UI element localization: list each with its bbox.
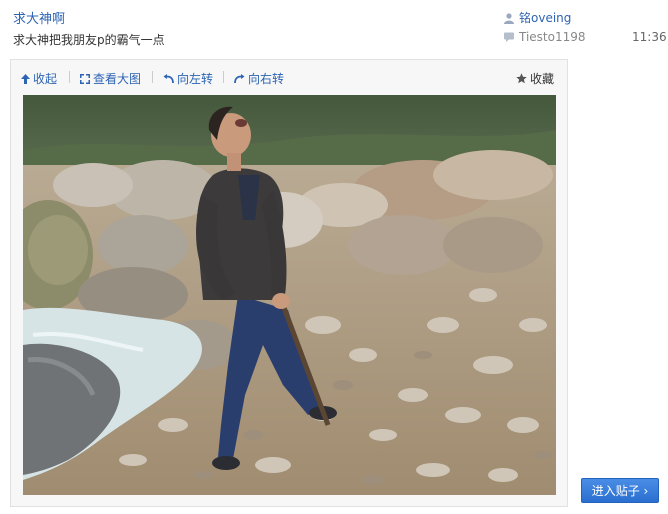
rotate-left-icon (163, 73, 174, 83)
last-reply-name[interactable]: Tiesto1198 (519, 30, 586, 44)
media-box: 收起 查看大图 向左转 向右转 收藏 (10, 59, 568, 507)
rotate-left-button[interactable]: 向左转 (163, 70, 213, 87)
view-large-button[interactable]: 查看大图 (80, 70, 141, 87)
star-icon (516, 73, 527, 84)
rotate-right-label: 向右转 (248, 72, 285, 86)
collapse-button[interactable]: 收起 (21, 70, 57, 87)
toolbar-divider (223, 71, 224, 83)
rotate-right-button[interactable]: 向右转 (234, 70, 284, 87)
zoom-icon (80, 73, 90, 84)
last-reply-info: Tiesto1198 (503, 30, 586, 44)
post-title[interactable]: 求大神啊 (13, 8, 65, 27)
media-toolbar: 收起 查看大图 向左转 向右转 收藏 (11, 60, 567, 94)
toolbar-divider (152, 71, 153, 83)
post-photo[interactable] (23, 95, 556, 495)
collapse-label: 收起 (33, 72, 58, 86)
author-info: 铭oveing (503, 9, 571, 26)
user-icon (503, 12, 515, 24)
post-description: 求大神把我朋友p的霸气一点 (13, 33, 165, 47)
author-name[interactable]: 铭oveing (519, 9, 571, 26)
last-reply-time: 11:36 (632, 30, 667, 44)
toolbar-divider (69, 71, 70, 83)
rotate-left-label: 向左转 (177, 72, 214, 86)
arrow-up-icon (21, 73, 30, 84)
rotate-right-icon (234, 73, 245, 83)
enter-thread-button[interactable]: 进入贴子 › (581, 478, 659, 503)
favorite-label: 收藏 (530, 72, 555, 86)
view-large-label: 查看大图 (93, 72, 142, 86)
reply-icon (503, 31, 515, 43)
favorite-button[interactable]: 收藏 (516, 70, 554, 87)
